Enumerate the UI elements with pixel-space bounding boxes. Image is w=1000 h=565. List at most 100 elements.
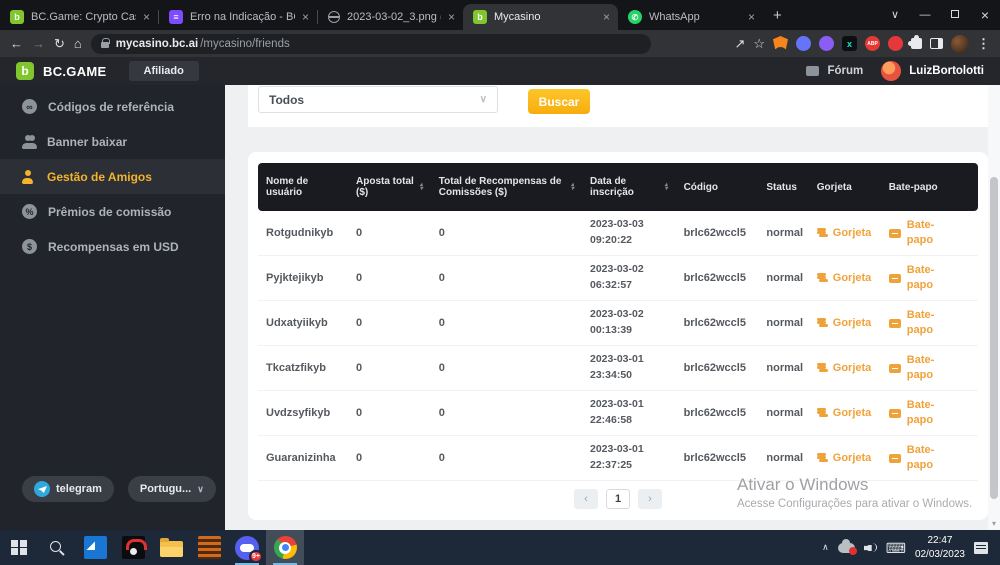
forward-icon[interactable]: →	[32, 37, 45, 50]
chat-bubble-icon	[889, 364, 901, 373]
red-extension-icon[interactable]	[888, 36, 903, 51]
taskbar-app-dark[interactable]	[114, 530, 152, 565]
tip-action[interactable]: Gorjeta	[809, 407, 881, 419]
start-button[interactable]	[0, 530, 38, 565]
tab-bcgame-casino[interactable]: b BC.Game: Crypto Casino Gan ×	[0, 4, 158, 30]
sidebar-item-usd-rewards[interactable]: $ Recompensas em USD	[0, 229, 225, 264]
browser-profile-avatar[interactable]	[951, 35, 969, 53]
chat-action[interactable]: Bate-papo	[881, 398, 978, 429]
keyboard-icon[interactable]: ⌨	[886, 541, 906, 555]
tab-whatsapp[interactable]: ✆ WhatsApp ×	[618, 4, 763, 30]
sort-icon[interactable]: ▴▾	[420, 183, 423, 191]
cell-commission-rewards: 0	[431, 452, 582, 464]
language-selector[interactable]: Portugu... ∨	[128, 476, 216, 502]
volume-icon[interactable]	[864, 542, 877, 553]
side-panel-icon[interactable]	[930, 38, 943, 49]
tip-action[interactable]: Gorjeta	[809, 362, 881, 374]
tab-close-icon[interactable]: ×	[143, 10, 150, 24]
forum-link[interactable]: Fórum	[827, 65, 863, 77]
tip-action[interactable]: Gorjeta	[809, 227, 881, 239]
cell-bet-total: 0	[348, 272, 431, 284]
tab-close-icon[interactable]: ×	[302, 10, 309, 24]
cell-commission-rewards: 0	[431, 272, 582, 284]
share-icon[interactable]: ↗	[734, 37, 745, 50]
scrollbar-down-arrow[interactable]: ▾	[988, 519, 1000, 528]
tab-close-icon[interactable]: ×	[603, 10, 610, 24]
tab-png-image[interactable]: 2023-03-02_3.png (1024×76 ×	[318, 4, 463, 30]
affiliate-tab[interactable]: Afiliado	[129, 61, 199, 81]
pagination: ‹ 1 ›	[248, 489, 988, 509]
reload-icon[interactable]: ↻	[54, 37, 65, 50]
chat-action[interactable]: Bate-papo	[881, 308, 978, 339]
action-center-icon[interactable]	[974, 542, 988, 554]
brand-name[interactable]: BC.GAME	[43, 64, 107, 79]
taskbar-app-blue[interactable]	[76, 530, 114, 565]
pagination-next-button[interactable]: ›	[638, 489, 662, 509]
scrollbar-thumb[interactable]	[990, 177, 998, 499]
sidebar-item-commission-rewards[interactable]: % Prêmios de comissão	[0, 194, 225, 229]
extensions-puzzle-icon[interactable]	[911, 38, 922, 49]
friend-type-select[interactable]: Todos ∨	[258, 86, 498, 113]
tab-erro-indicacao[interactable]: ≡ Erro na Indicação - BC.Game ×	[159, 4, 317, 30]
sidebar-item-friends-management[interactable]: Gestão de Amigos	[0, 159, 225, 194]
new-tab-button[interactable]: +	[773, 7, 782, 24]
sidebar-item-banner-download[interactable]: Banner baixar	[0, 124, 225, 159]
pagination-current-page[interactable]: 1	[606, 489, 630, 509]
tip-action[interactable]: Gorjeta	[809, 317, 881, 329]
cell-bet-total: 0	[348, 362, 431, 374]
coins-icon	[817, 318, 826, 321]
chat-bubble-icon	[889, 409, 901, 418]
blue-extension-icon[interactable]	[796, 36, 811, 51]
col-chat: Bate-papo	[881, 182, 978, 193]
app-header: b BC.GAME Afiliado Fórum LuizBortolotti	[0, 57, 1000, 85]
sidebar-item-label: Prêmios de comissão	[48, 205, 171, 219]
bookmark-star-icon[interactable]: ☆	[753, 37, 765, 50]
tip-action[interactable]: Gorjeta	[809, 272, 881, 284]
tab-close-icon[interactable]: ×	[448, 10, 455, 24]
sort-icon[interactable]: ▴▾	[571, 183, 574, 191]
sort-icon[interactable]: ▴▾	[665, 183, 668, 191]
address-bar[interactable]: mycasino.bc.ai/mycasino/friends	[91, 34, 651, 54]
chat-action[interactable]: Bate-papo	[881, 353, 978, 384]
purple-extension-icon[interactable]	[819, 36, 834, 51]
metamask-extension-icon[interactable]	[773, 36, 788, 51]
maximize-button[interactable]	[940, 0, 970, 30]
search-button[interactable]: Buscar	[528, 89, 590, 114]
chat-action[interactable]: Bate-papo	[881, 263, 978, 294]
user-name[interactable]: LuizBortolotti	[909, 65, 984, 77]
lock-icon	[101, 42, 109, 48]
page-scrollbar[interactable]: ▾	[988, 85, 1000, 530]
minimize-button[interactable]: —	[910, 0, 940, 30]
chat-action[interactable]: Bate-papo	[881, 218, 978, 249]
taskbar-search-button[interactable]	[38, 530, 76, 565]
taskbar-app-striped[interactable]	[190, 530, 228, 565]
tab-search-chevron-icon[interactable]: ∨	[880, 0, 910, 30]
taskbar-clock[interactable]: 22:47 02/03/2023	[915, 534, 965, 561]
browser-menu-icon[interactable]: ⋮	[977, 36, 990, 52]
bcgame-logo[interactable]: b	[16, 62, 34, 80]
pagination-prev-button[interactable]: ‹	[574, 489, 598, 509]
cell-username: Pyjktejikyb	[258, 272, 348, 284]
taskbar-chrome[interactable]	[266, 530, 304, 565]
x-extension-icon[interactable]: x	[842, 36, 857, 51]
adblock-extension-icon[interactable]: ABP	[865, 36, 880, 51]
show-hidden-icons-chevron[interactable]: ∧	[822, 542, 829, 553]
cloud-sync-icon[interactable]	[838, 543, 855, 553]
tab-mycasino-active[interactable]: b Mycasino ×	[463, 4, 618, 30]
friends-icon	[22, 170, 36, 184]
home-icon[interactable]: ⌂	[74, 37, 82, 50]
chat-bubble-icon	[889, 319, 901, 328]
close-window-button[interactable]: ×	[970, 0, 1000, 30]
tab-close-icon[interactable]: ×	[748, 10, 755, 24]
user-avatar[interactable]	[881, 61, 901, 81]
back-icon[interactable]: ←	[10, 37, 23, 50]
tip-action[interactable]: Gorjeta	[809, 452, 881, 464]
sidebar-item-referral-codes[interactable]: ∞ Códigos de referência	[0, 89, 225, 124]
coins-icon	[817, 453, 826, 456]
taskbar-file-explorer[interactable]	[152, 530, 190, 565]
chat-action[interactable]: Bate-papo	[881, 443, 978, 474]
url-path: /mycasino/friends	[200, 38, 289, 50]
taskbar-discord[interactable]: 9+	[228, 530, 266, 565]
telegram-button[interactable]: telegram	[22, 476, 114, 502]
sidebar-item-label: Gestão de Amigos	[47, 170, 152, 184]
